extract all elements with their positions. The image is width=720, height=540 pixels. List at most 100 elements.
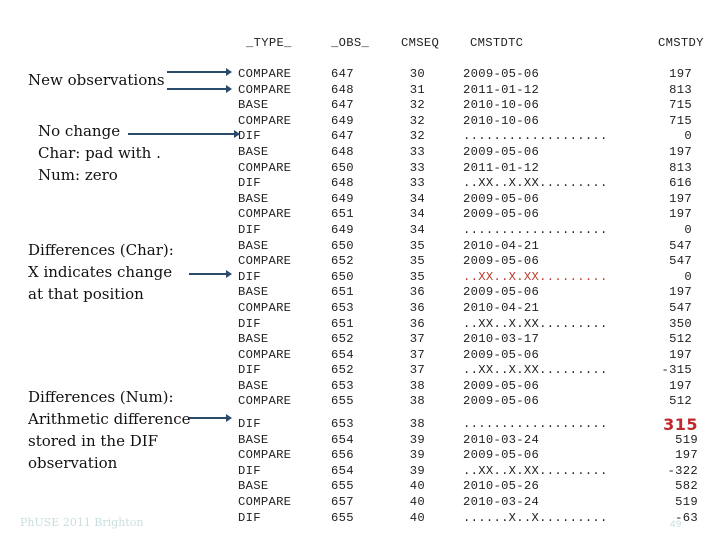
cell-cmstdtc: 2011-01-12 bbox=[463, 160, 540, 175]
cell-cmstdy: 197 bbox=[669, 67, 692, 81]
cell-cmstdy: 512 bbox=[669, 394, 692, 409]
cell-type: DIF bbox=[238, 510, 261, 525]
cell-type: BASE bbox=[238, 285, 269, 300]
cell-cmstdy: 519 bbox=[675, 432, 698, 447]
cell-cmstdtc: ..XX..X.XX......... bbox=[463, 176, 608, 191]
cell-type: DIF bbox=[238, 176, 261, 191]
header-cmseq: CMSEQ bbox=[401, 36, 440, 50]
arrow-icon bbox=[167, 68, 232, 76]
cell-type: DIF bbox=[238, 316, 261, 331]
cell-cmstdtc: 2009-05-06 bbox=[463, 254, 540, 269]
cell-cmseq: 36 bbox=[409, 285, 425, 300]
cell-cmseq: 37 bbox=[409, 347, 425, 362]
cell-obs: 651 bbox=[331, 285, 354, 300]
cell-cmstdy: 616 bbox=[669, 176, 692, 191]
note-differences-num: Differences (Num): Arithmetic difference… bbox=[28, 386, 191, 474]
cell-obs: 655 bbox=[331, 479, 354, 494]
cell-cmstdtc: 2009-05-06 bbox=[463, 394, 540, 409]
note-line: at that position bbox=[28, 285, 144, 303]
note-differences-char: Differences (Char): X indicates change a… bbox=[28, 239, 174, 305]
cell-cmseq: 34 bbox=[409, 222, 425, 237]
cell-cmseq: 39 bbox=[409, 448, 425, 463]
header-type: _TYPE_ bbox=[246, 36, 292, 50]
cell-obs: 652 bbox=[331, 254, 354, 269]
cell-cmstdtc: 2010-03-24 bbox=[463, 432, 540, 447]
cell-obs: 653 bbox=[331, 417, 354, 431]
cell-cmstdy: 197 bbox=[669, 191, 692, 206]
cell-cmstdy: 197 bbox=[669, 144, 692, 159]
cell-cmseq: 38 bbox=[409, 417, 425, 431]
cell-obs: 647 bbox=[331, 129, 354, 144]
column-obs: 653 654 656 654 655 657 655 bbox=[331, 417, 371, 526]
cell-type: COMPARE bbox=[238, 160, 292, 175]
cell-obs: 650 bbox=[331, 269, 354, 284]
cell-type: DIF bbox=[238, 417, 261, 431]
cell-obs: 647 bbox=[331, 67, 354, 81]
cell-cmstdtc: 2009-05-06 bbox=[463, 378, 540, 393]
note-line: X indicates change bbox=[28, 263, 173, 281]
cell-cmstdy: 519 bbox=[675, 494, 698, 509]
cell-obs: 652 bbox=[331, 332, 354, 347]
cell-cmstdtc: ................... bbox=[463, 222, 608, 237]
cell-cmstdtc: 2010-05-26 bbox=[463, 479, 540, 494]
note-line: Char: pad with . bbox=[38, 144, 161, 162]
cell-cmstdtc: 2009-05-06 bbox=[463, 67, 540, 81]
cell-cmseq: 32 bbox=[409, 113, 425, 128]
cell-cmstdy: 547 bbox=[669, 300, 692, 315]
cell-obs: 653 bbox=[331, 300, 354, 315]
cell-cmstdtc: ..XX..X.XX......... bbox=[463, 363, 608, 378]
header-obs: _OBS_ bbox=[331, 36, 370, 50]
cell-cmseq: 40 bbox=[409, 494, 425, 509]
cell-obs: 649 bbox=[331, 191, 354, 206]
column-cmstdtc: ................... 2010-03-24 2009-05-06.… bbox=[463, 417, 623, 526]
column-cmseq: 30 31 32 32 32 33 33 33 34 34 34 35 35 35 36 36 36 37 37 37… bbox=[395, 67, 425, 410]
cell-type: COMPARE bbox=[238, 113, 292, 128]
cell-cmseq: 40 bbox=[409, 479, 425, 494]
cell-type: BASE bbox=[238, 238, 269, 253]
cell-cmstdtc: ................... bbox=[463, 417, 608, 431]
cell-obs: 654 bbox=[331, 347, 354, 362]
cell-cmseq: 35 bbox=[409, 254, 425, 269]
cell-type: BASE bbox=[238, 332, 269, 347]
cell-cmseq: 31 bbox=[409, 82, 425, 97]
cell-cmseq: 39 bbox=[409, 463, 425, 478]
cell-type: COMPARE bbox=[238, 67, 292, 81]
cell-obs: 648 bbox=[331, 176, 354, 191]
page-number: 49 bbox=[670, 520, 682, 530]
cell-type: DIF bbox=[238, 129, 261, 144]
cell-obs: 650 bbox=[331, 238, 354, 253]
cell-cmstdtc: 2010-10-06 bbox=[463, 98, 540, 113]
cell-type: COMPARE bbox=[238, 82, 292, 97]
cell-type: BASE bbox=[238, 479, 269, 494]
cell-type: DIF bbox=[238, 222, 261, 237]
column-cmstdtc: 2009-05-06 2011-01-12 2010-10-06 2010-10-06… bbox=[463, 67, 623, 410]
cell-cmstdtc: ..XX..X.XX......... bbox=[463, 269, 608, 284]
cell-type: BASE bbox=[238, 98, 269, 113]
cell-cmseq: 40 bbox=[409, 510, 425, 525]
cell-type: BASE bbox=[238, 191, 269, 206]
cell-type: COMPARE bbox=[238, 300, 292, 315]
cell-type: DIF bbox=[238, 463, 261, 478]
cell-cmseq: 30 bbox=[409, 67, 425, 81]
arrow-icon bbox=[189, 270, 232, 278]
cell-cmseq: 37 bbox=[409, 363, 425, 378]
cell-cmstdtc: 2009-05-06 bbox=[463, 347, 540, 362]
note-line: No change bbox=[38, 122, 121, 140]
cell-cmseq: 32 bbox=[409, 129, 425, 144]
cell-cmseq: 35 bbox=[409, 269, 425, 284]
cell-type: COMPARE bbox=[238, 347, 292, 362]
cell-obs: 648 bbox=[331, 144, 354, 159]
note-line: stored in the DIF bbox=[28, 432, 159, 450]
cell-cmstdy: 715 bbox=[669, 113, 692, 128]
column-obs: 647 648 647 649 647 648 650 648 649 651 649 650 652 6… bbox=[331, 67, 371, 410]
cell-obs: 656 bbox=[331, 448, 354, 463]
cell-obs: 649 bbox=[331, 113, 354, 128]
cell-obs: 651 bbox=[331, 316, 354, 331]
footer-label: PhUSE 2011 Brighton bbox=[20, 516, 144, 529]
cell-cmstdtc: 2010-03-17 bbox=[463, 332, 540, 347]
note-line: Arithmetic difference bbox=[28, 410, 191, 428]
cell-type: DIF bbox=[238, 363, 261, 378]
cell-cmstdy: 813 bbox=[669, 160, 692, 175]
cell-cmstdy: 582 bbox=[675, 479, 698, 494]
cell-cmstdy: 0 bbox=[684, 129, 692, 144]
